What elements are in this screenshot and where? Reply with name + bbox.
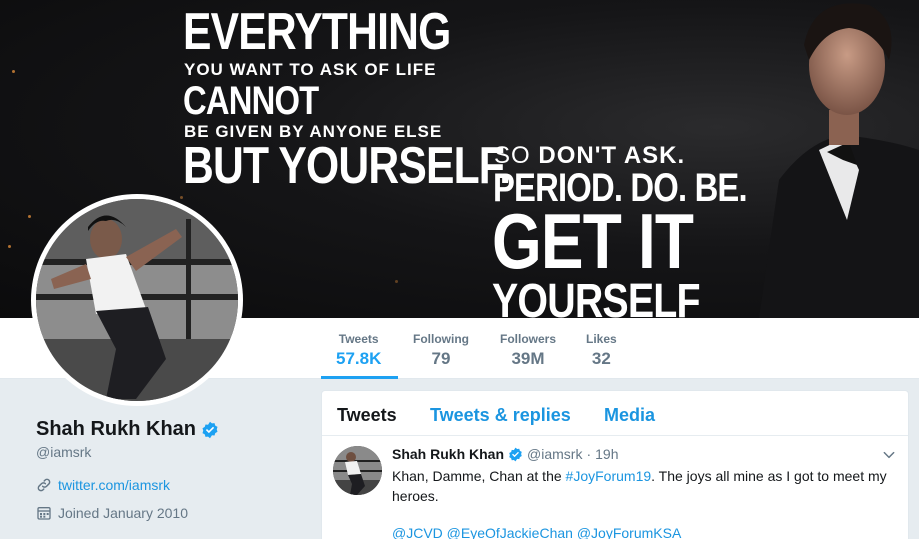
tab-tweets-replies[interactable]: Tweets & replies <box>430 405 571 426</box>
banner-sparkle <box>395 280 398 283</box>
link-icon <box>37 478 51 492</box>
stat-value: 57.8K <box>336 349 382 368</box>
banner-quote-line: But yourself. <box>183 137 511 195</box>
tweet[interactable]: Shah Rukh Khan @iamsrk · 19h Khan, Damme… <box>322 437 908 539</box>
banner-quote-line: Yourself <box>492 275 701 319</box>
banner-sparkle <box>180 196 183 199</box>
profile-joined-text: Joined January 2010 <box>58 505 188 521</box>
banner-quote-line: You want to ask of life <box>184 60 437 79</box>
banner-quote-line: Get it <box>492 197 694 285</box>
stat-label: Followers <box>500 332 557 346</box>
stat-likes[interactable]: Likes 32 <box>586 332 617 369</box>
stat-label: Likes <box>586 332 617 346</box>
profile-page: Everything You want to ask of life Canno… <box>0 0 919 539</box>
profile-website[interactable]: twitter.com/iamsrk <box>36 477 170 493</box>
stat-value: 79 <box>431 349 451 368</box>
avatar-photo <box>36 199 238 401</box>
banner-sparkle <box>12 70 15 73</box>
verified-badge-icon <box>202 421 218 438</box>
profile-handle: @iamsrk <box>36 444 92 460</box>
timeline: Tweets Tweets & replies Media Shah Rukh … <box>321 390 909 539</box>
banner-quote-fragment: don't ask. <box>538 142 686 169</box>
profile-joined: Joined January 2010 <box>36 505 188 521</box>
banner-quote-line: So don't ask. <box>494 144 685 168</box>
tweet-hashtag[interactable]: #JoyForum19 <box>566 468 652 484</box>
tweet-avatar-image <box>333 446 382 495</box>
banner-quote-fragment: So <box>494 142 531 169</box>
stat-value: 32 <box>591 349 611 368</box>
stat-following[interactable]: Following 79 <box>413 332 469 369</box>
calendar-icon <box>37 507 51 520</box>
tweet-separator: · <box>586 446 592 462</box>
profile-name: Shah Rukh Khan <box>36 418 219 441</box>
banner-sparkle <box>8 245 11 248</box>
tab-tweets[interactable]: Tweets <box>337 405 397 426</box>
stat-value: 39M <box>511 349 545 368</box>
tweet-header: Shah Rukh Khan @iamsrk · 19h <box>392 446 618 462</box>
stat-label: Following <box>413 332 469 346</box>
tweet-text-part: Khan, Damme, Chan at the <box>392 468 566 484</box>
profile-avatar[interactable] <box>31 194 243 406</box>
avatar-image <box>36 199 238 401</box>
banner-portrait <box>759 3 919 318</box>
stat-followers[interactable]: Followers 39M <box>500 332 556 369</box>
tweet-timestamp[interactable]: 19h <box>595 446 618 462</box>
stat-tweets[interactable]: Tweets 57.8K <box>336 332 381 369</box>
stat-label: Tweets <box>338 332 379 346</box>
tab-media[interactable]: Media <box>604 405 655 426</box>
profile-name-text: Shah Rukh Khan <box>36 418 197 440</box>
tweet-mentions[interactable]: @JCVD @EyeOfJackieChan @JoyForumKSA <box>392 525 681 539</box>
chevron-down-icon[interactable] <box>882 448 896 462</box>
profile-website-text[interactable]: twitter.com/iamsrk <box>58 477 170 493</box>
active-stat-indicator <box>321 376 398 379</box>
tweet-author-name[interactable]: Shah Rukh Khan <box>392 446 504 462</box>
tweet-avatar[interactable] <box>333 446 382 495</box>
tweet-author-handle[interactable]: @iamsrk <box>527 446 582 462</box>
tweet-text: Khan, Damme, Chan at the #JoyForum19. Th… <box>392 466 892 506</box>
banner-quote-line: Cannot <box>183 79 319 123</box>
banner-quote-line: Everything <box>183 3 451 61</box>
banner-sparkle <box>28 215 31 218</box>
verified-badge-icon <box>509 447 522 461</box>
timeline-tabs: Tweets Tweets & replies Media <box>322 391 908 436</box>
